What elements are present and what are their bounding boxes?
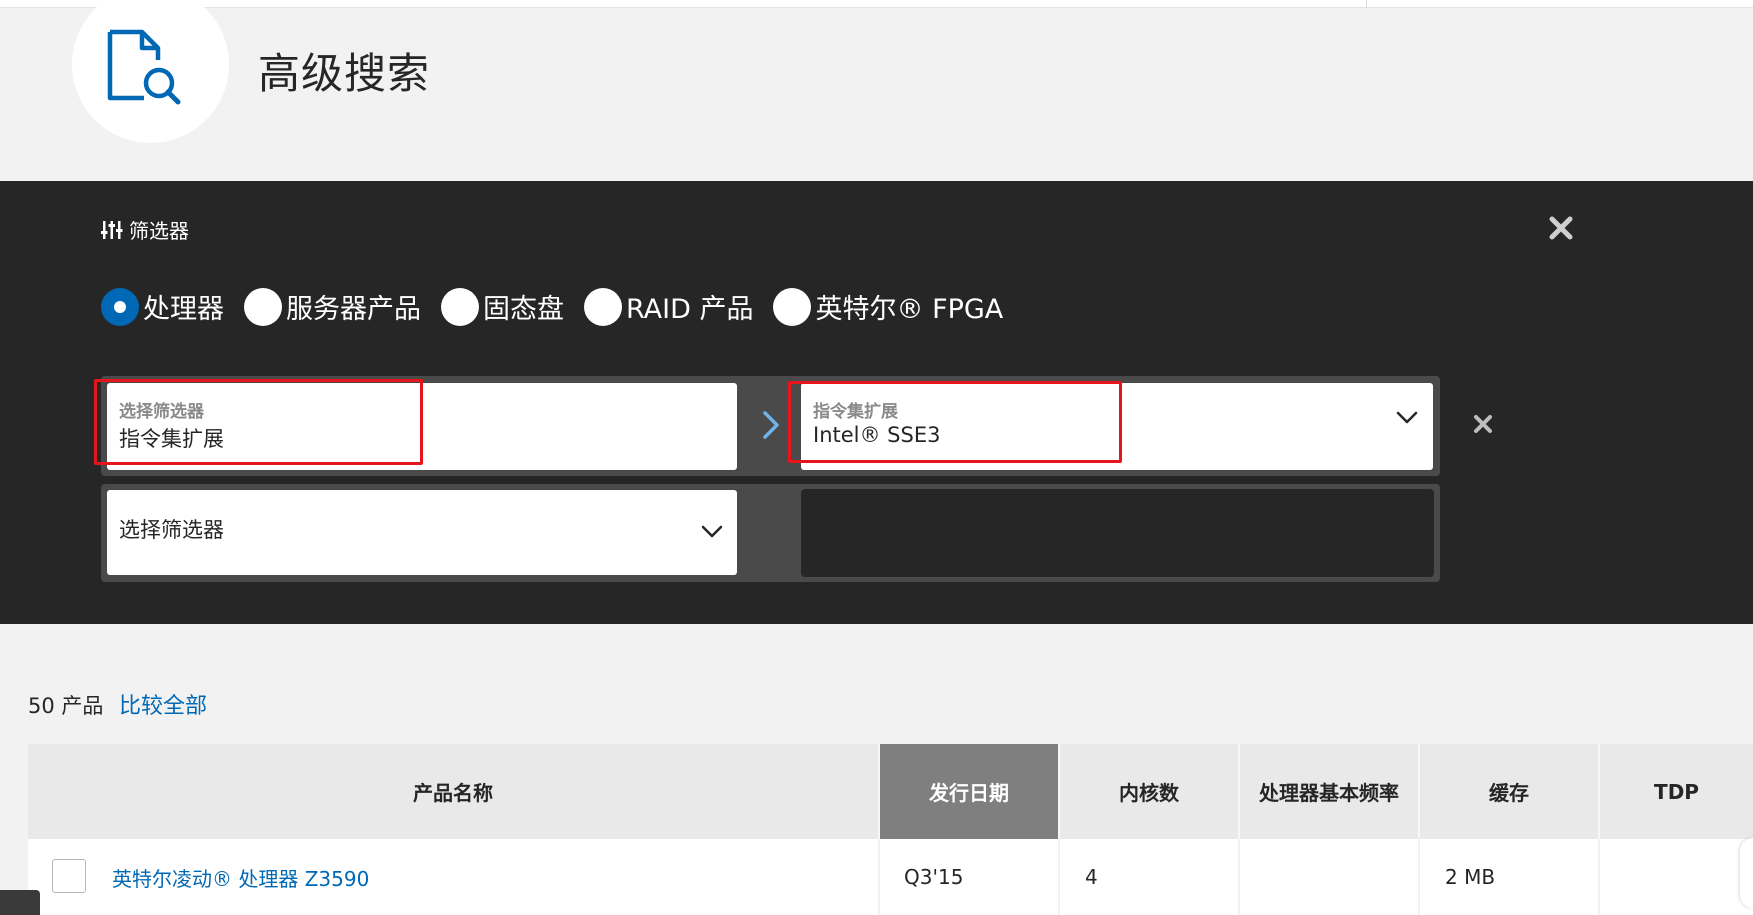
column-product-name[interactable]: 产品名称 bbox=[28, 744, 880, 839]
radio-fpga[interactable]: 英特尔® FPGA bbox=[773, 287, 1003, 326]
table-row: 英特尔凌动® 处理器 Z3590 Q3'15 4 2 MB bbox=[28, 839, 1753, 915]
field-label: 指令集扩展 bbox=[813, 402, 898, 422]
filter-value-dropdown[interactable]: 指令集扩展 Intel® SSE3 bbox=[801, 383, 1433, 470]
compare-checkbox[interactable] bbox=[52, 859, 86, 893]
filter-panel: 筛选器 处理器 服务器产品 固态盘 RAID 产品 英特尔® FPGA 选择筛选… bbox=[0, 181, 1753, 624]
filter-value-empty bbox=[801, 489, 1434, 577]
close-icon[interactable] bbox=[1548, 215, 1574, 241]
column-cache[interactable]: 缓存 bbox=[1420, 744, 1600, 839]
radio-button[interactable] bbox=[441, 287, 479, 326]
filter-row-1: 选择筛选器 指令集扩展 指令集扩展 Intel® SSE3 bbox=[101, 376, 1440, 476]
cell-tdp bbox=[1600, 839, 1753, 915]
field-value: Intel® SSE3 bbox=[813, 423, 941, 447]
results-table: 产品名称 发行日期 内核数 处理器基本频率 缓存 TDP 英特尔凌动® 处理器 … bbox=[28, 744, 1753, 915]
radio-label: 英特尔® FPGA bbox=[815, 294, 1004, 325]
radio-button[interactable] bbox=[773, 287, 812, 326]
field-placeholder: 选择筛选器 bbox=[119, 518, 224, 542]
document-search-icon bbox=[107, 29, 181, 105]
column-release-date[interactable]: 发行日期 bbox=[880, 744, 1060, 851]
top-bar-divider bbox=[1366, 0, 1367, 8]
chevron-down-icon[interactable] bbox=[1396, 411, 1418, 425]
chevron-right-icon bbox=[763, 411, 779, 439]
radio-label: RAID 产品 bbox=[626, 294, 754, 325]
corner-widget[interactable] bbox=[0, 890, 40, 915]
results-count: 50 产品 bbox=[28, 694, 104, 718]
cell-cache: 2 MB bbox=[1420, 839, 1600, 915]
top-bar bbox=[0, 0, 1753, 8]
radio-label: 固态盘 bbox=[483, 294, 564, 325]
column-tdp[interactable]: TDP bbox=[1600, 744, 1753, 839]
table-header: 产品名称 发行日期 内核数 处理器基本频率 缓存 TDP bbox=[28, 744, 1753, 851]
filter-heading-label: 筛选器 bbox=[129, 219, 189, 243]
page-title: 高级搜索 bbox=[258, 49, 431, 98]
remove-filter-icon[interactable] bbox=[1472, 413, 1494, 435]
filter-row-2: 选择筛选器 bbox=[101, 484, 1440, 582]
column-base-frequency[interactable]: 处理器基本频率 bbox=[1240, 744, 1420, 839]
chevron-down-icon[interactable] bbox=[701, 525, 723, 539]
side-widget[interactable] bbox=[1740, 838, 1753, 908]
sliders-icon bbox=[101, 220, 123, 239]
radio-server-products[interactable]: 服务器产品 bbox=[244, 287, 421, 326]
radio-button[interactable] bbox=[101, 287, 139, 326]
radio-button[interactable] bbox=[584, 287, 622, 326]
filter-selector-dropdown[interactable]: 选择筛选器 bbox=[107, 490, 737, 575]
product-link[interactable]: 英特尔凌动® 处理器 Z3590 bbox=[112, 863, 369, 892]
cell-product-name: 英特尔凌动® 处理器 Z3590 bbox=[28, 839, 880, 915]
radio-button[interactable] bbox=[244, 287, 282, 326]
field-label: 选择筛选器 bbox=[119, 402, 204, 422]
column-cores[interactable]: 内核数 bbox=[1060, 744, 1240, 839]
radio-label: 处理器 bbox=[143, 294, 224, 325]
radio-processor[interactable]: 处理器 bbox=[101, 287, 224, 326]
filter-selector-field[interactable]: 选择筛选器 指令集扩展 bbox=[107, 383, 737, 470]
radio-ssd[interactable]: 固态盘 bbox=[441, 287, 564, 326]
radio-raid[interactable]: RAID 产品 bbox=[584, 287, 753, 326]
compare-all-link[interactable]: 比较全部 bbox=[119, 688, 207, 720]
filter-heading: 筛选器 bbox=[101, 215, 189, 244]
cell-cores: 4 bbox=[1060, 839, 1240, 915]
field-value: 指令集扩展 bbox=[119, 427, 224, 451]
cell-base-frequency bbox=[1240, 839, 1420, 915]
cell-release-date: Q3'15 bbox=[880, 839, 1060, 915]
product-type-radios: 处理器 服务器产品 固态盘 RAID 产品 英特尔® FPGA bbox=[101, 287, 1023, 326]
radio-label: 服务器产品 bbox=[286, 294, 421, 325]
hero-icon-circle bbox=[72, 0, 229, 143]
